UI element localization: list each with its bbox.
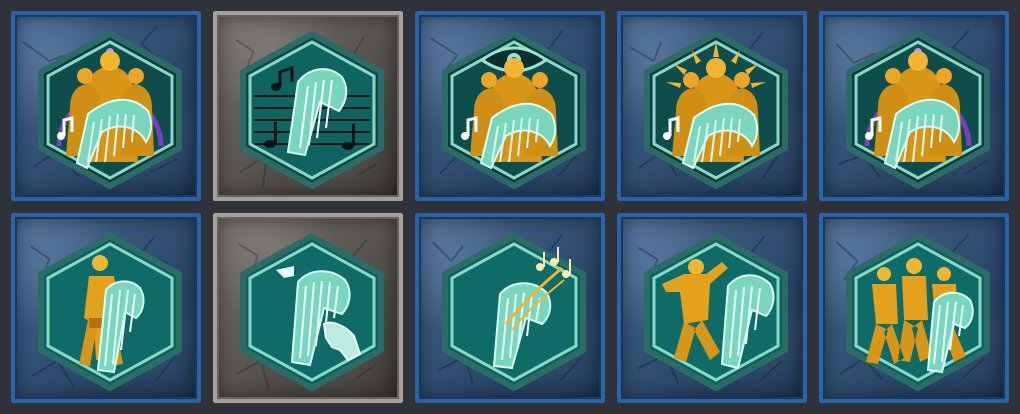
harpist-player-icon	[38, 232, 182, 392]
group-harp-sunburst-icon	[644, 30, 788, 190]
group-harp-eye-icon	[442, 30, 586, 190]
tile-group-harp-eye[interactable]	[415, 11, 605, 201]
tile-harp-hand[interactable]	[213, 213, 403, 403]
tile-group-harp-ring[interactable]	[11, 11, 201, 201]
tile-group-harp-sunburst[interactable]	[617, 11, 807, 201]
harp-notes-icon	[442, 232, 586, 392]
tile-harp-notes[interactable]	[415, 213, 605, 403]
group-harp-ring-icon	[38, 30, 182, 190]
tile-harp-dancer[interactable]	[617, 213, 807, 403]
tile-harp-dancers-group[interactable]	[819, 213, 1009, 403]
tile-harpist-player[interactable]	[11, 213, 201, 403]
group-harp-ring-icon	[846, 30, 990, 190]
harp-music-staff-icon	[240, 30, 384, 190]
icon-sheet	[0, 0, 1020, 414]
harp-dancers-group-icon	[846, 232, 990, 392]
harp-hand-icon	[240, 232, 384, 392]
harp-dancer-icon	[644, 232, 788, 392]
tile-group-harp-ring-alt[interactable]	[819, 11, 1009, 201]
tile-harp-music-staff[interactable]	[213, 11, 403, 201]
